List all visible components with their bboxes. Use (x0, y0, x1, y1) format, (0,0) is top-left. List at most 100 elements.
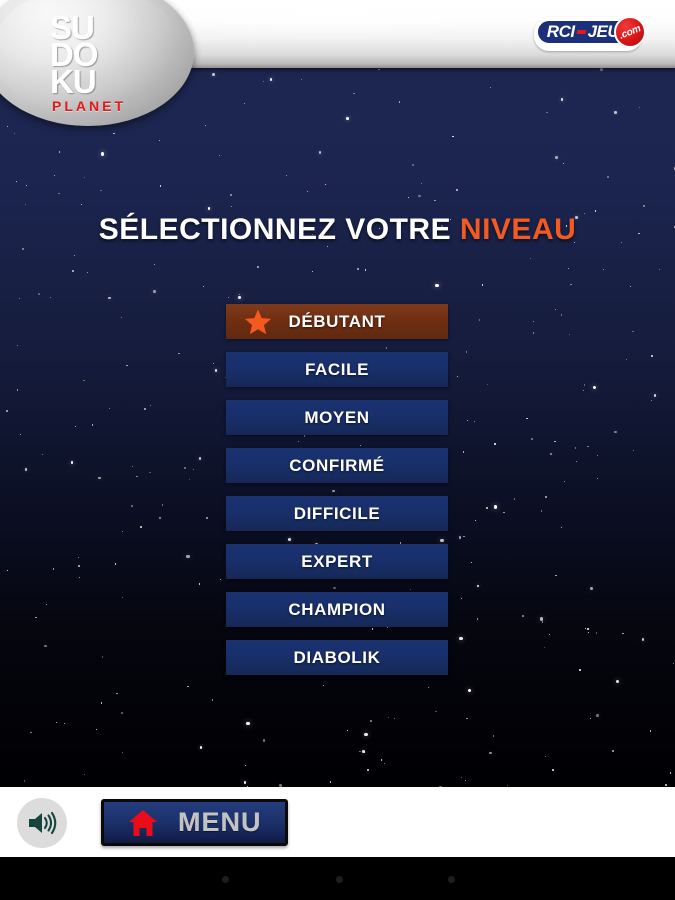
star (20, 434, 22, 436)
star (58, 193, 60, 195)
star (574, 447, 577, 450)
star (188, 478, 190, 480)
star (522, 615, 524, 617)
star (192, 469, 194, 471)
star (638, 107, 640, 109)
star (476, 618, 479, 621)
star (458, 536, 462, 539)
star (95, 728, 97, 730)
star (665, 783, 667, 786)
page-title: SÉLECTIONNEZ VOTRE NIVEAU (0, 213, 675, 247)
logo-line-ku: KU (50, 63, 97, 101)
star (481, 284, 484, 286)
star (544, 646, 546, 649)
speaker-on-icon[interactable] (17, 798, 67, 848)
star (366, 769, 369, 771)
star (256, 266, 259, 269)
star (629, 285, 631, 288)
star (459, 637, 463, 641)
star (312, 271, 314, 273)
star (607, 176, 610, 179)
star (329, 781, 332, 783)
brand-com-badge: .com (614, 16, 646, 48)
star (407, 197, 409, 199)
menu-button[interactable]: MENU (101, 799, 288, 846)
star (546, 112, 548, 114)
star (108, 407, 110, 409)
back-dot-icon[interactable] (222, 876, 229, 883)
star (364, 732, 368, 737)
star (476, 584, 480, 588)
star (112, 132, 115, 135)
menu-button-label: MENU (178, 807, 262, 837)
star (108, 296, 111, 300)
star (533, 320, 535, 322)
level-button-confirm[interactable]: CONFIRMÉ (226, 448, 448, 483)
star (590, 718, 592, 720)
level-button-facile[interactable]: FACILE (226, 352, 448, 387)
recents-dot-icon[interactable] (448, 876, 455, 883)
star (121, 751, 123, 753)
star (64, 722, 66, 724)
star (393, 717, 395, 720)
star (204, 124, 206, 126)
star (589, 586, 593, 591)
star (587, 631, 590, 634)
star (585, 628, 587, 630)
rci-jeux-brand-logo[interactable]: RCI JEUX .com (533, 16, 646, 51)
star (492, 735, 495, 737)
star (561, 527, 563, 529)
star (583, 390, 585, 392)
star (100, 189, 102, 192)
star (467, 689, 472, 693)
star (435, 283, 439, 287)
star (183, 467, 186, 469)
star (285, 175, 287, 177)
level-button-diabolik[interactable]: DIABOLIK (226, 640, 448, 675)
star (632, 330, 634, 333)
star (346, 117, 349, 120)
brand-dash-icon (576, 30, 587, 34)
star (83, 774, 86, 776)
star (100, 152, 104, 156)
home-dot-icon[interactable] (336, 876, 343, 883)
star (122, 531, 124, 533)
star (178, 352, 181, 355)
brand-text-com: .com (617, 22, 643, 42)
star (52, 568, 55, 570)
star (100, 702, 103, 704)
star (202, 285, 204, 287)
star (121, 596, 124, 598)
level-button-difficile[interactable]: DIFFICILE (226, 496, 448, 531)
star (262, 739, 266, 742)
star (246, 721, 250, 726)
star (347, 729, 349, 731)
star (186, 685, 189, 688)
star (597, 455, 599, 457)
star (6, 569, 8, 572)
level-button-expert[interactable]: EXPERT (226, 544, 448, 579)
star (84, 176, 86, 179)
star (614, 111, 617, 114)
level-button-dbutant[interactable]: DÉBUTANT (226, 304, 448, 339)
star (466, 717, 468, 720)
star (370, 719, 372, 722)
star (325, 183, 327, 186)
star (230, 194, 232, 196)
star (435, 710, 437, 712)
star (25, 185, 27, 187)
star (214, 369, 218, 372)
level-button-moyen[interactable]: MOYEN (226, 400, 448, 435)
star (564, 480, 566, 482)
star (78, 557, 80, 559)
star (456, 189, 458, 192)
star (531, 437, 534, 440)
star (139, 525, 142, 528)
star (359, 750, 362, 753)
star (526, 417, 528, 420)
star (560, 313, 563, 316)
sudoku-planet-level-select-screen: SU DO KU PLANET RCI JEUX .com SÉLECTIONN… (0, 0, 675, 900)
star (398, 101, 401, 103)
star (583, 383, 586, 386)
level-button-champion[interactable]: CHAMPION (226, 592, 448, 627)
